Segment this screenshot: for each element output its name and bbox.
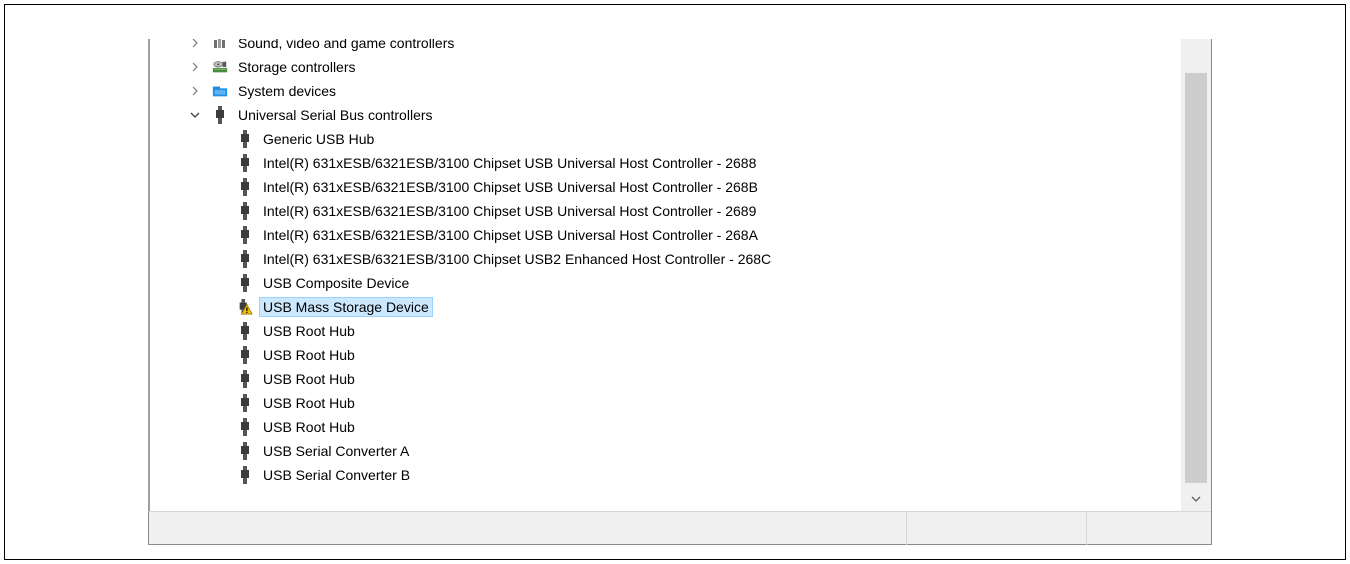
status-bar <box>148 511 1211 545</box>
usb-device-item[interactable]: USB Composite Device <box>150 271 1181 295</box>
usb-plug-icon <box>237 201 253 221</box>
usb-device-label: USB Root Hub <box>263 419 355 435</box>
screenshot-frame: Sound, video and game controllers Storag… <box>4 4 1346 560</box>
tree-category-label: Universal Serial Bus controllers <box>238 107 433 123</box>
device-manager-window: Sound, video and game controllers Storag… <box>148 39 1212 545</box>
usb-device-label: USB Root Hub <box>263 395 355 411</box>
usb-plug-icon <box>237 273 253 293</box>
usb-device-item[interactable]: Generic USB Hub <box>150 127 1181 151</box>
usb-plug-icon <box>237 249 253 269</box>
usb-device-label: USB Composite Device <box>263 275 410 291</box>
scroll-down-button[interactable] <box>1181 487 1211 511</box>
usb-device-label: Intel(R) 631xESB/6321ESB/3100 Chipset US… <box>263 203 757 219</box>
usb-plug-icon <box>237 441 253 461</box>
tree-category-label: Sound, video and game controllers <box>238 39 455 51</box>
scrollbar-thumb[interactable] <box>1185 73 1207 483</box>
computer-folder-icon <box>212 81 228 101</box>
tree-category-sound[interactable]: Sound, video and game controllers <box>150 39 1181 55</box>
warning-usb-icon <box>237 297 253 317</box>
chevron-right-icon[interactable] <box>188 79 202 103</box>
usb-device-label: Intel(R) 631xESB/6321ESB/3100 Chipset US… <box>263 179 758 195</box>
status-bar-pane <box>1086 512 1211 545</box>
usb-plug-icon <box>237 369 253 389</box>
usb-device-item[interactable]: Intel(R) 631xESB/6321ESB/3100 Chipset US… <box>150 199 1181 223</box>
usb-device-item[interactable]: Intel(R) 631xESB/6321ESB/3100 Chipset US… <box>150 223 1181 247</box>
usb-device-label: USB Serial Converter A <box>263 443 410 459</box>
usb-device-label: USB Root Hub <box>263 371 355 387</box>
storage-controller-icon <box>212 57 228 77</box>
usb-device-item[interactable]: USB Root Hub <box>150 319 1181 343</box>
tree-category-storage[interactable]: Storage controllers <box>150 55 1181 79</box>
usb-device-item[interactable]: USB Root Hub <box>150 367 1181 391</box>
device-tree: Sound, video and game controllers Storag… <box>150 39 1181 511</box>
usb-device-item[interactable]: Intel(R) 631xESB/6321ESB/3100 Chipset US… <box>150 175 1181 199</box>
usb-device-item[interactable]: Intel(R) 631xESB/6321ESB/3100 Chipset US… <box>150 151 1181 175</box>
usb-plug-icon <box>237 129 253 149</box>
speaker-icon <box>212 39 228 53</box>
usb-device-label: USB Root Hub <box>263 347 355 363</box>
usb-device-item[interactable]: USB Root Hub <box>150 415 1181 439</box>
usb-plug-icon <box>237 321 253 341</box>
usb-device-item[interactable]: USB Serial Converter B <box>150 463 1181 487</box>
chevron-down-icon <box>1191 496 1201 502</box>
usb-plug-icon <box>237 393 253 413</box>
tree-category-usb[interactable]: Universal Serial Bus controllers <box>150 103 1181 127</box>
usb-device-label: Generic USB Hub <box>263 131 375 147</box>
tree-category-label: System devices <box>238 83 337 99</box>
usb-plug-icon <box>237 177 253 197</box>
usb-device-label: Intel(R) 631xESB/6321ESB/3100 Chipset US… <box>263 251 772 267</box>
usb-device-item-selected[interactable]: USB Mass Storage Device <box>150 295 1181 319</box>
usb-plug-icon <box>237 225 253 245</box>
status-bar-pane <box>906 512 1087 545</box>
usb-device-item[interactable]: Intel(R) 631xESB/6321ESB/3100 Chipset US… <box>150 247 1181 271</box>
usb-plug-icon <box>212 105 228 125</box>
usb-plug-icon <box>237 153 253 173</box>
vertical-scrollbar[interactable] <box>1181 39 1211 511</box>
tree-category-label: Storage controllers <box>238 59 356 75</box>
usb-device-item[interactable]: USB Root Hub <box>150 391 1181 415</box>
chevron-right-icon[interactable] <box>188 39 202 55</box>
usb-device-label: USB Mass Storage Device <box>259 297 433 317</box>
tree-category-system[interactable]: System devices <box>150 79 1181 103</box>
usb-plug-icon <box>237 465 253 485</box>
chevron-right-icon[interactable] <box>188 55 202 79</box>
usb-plug-icon <box>237 417 253 437</box>
usb-plug-icon <box>237 345 253 365</box>
usb-device-label: Intel(R) 631xESB/6321ESB/3100 Chipset US… <box>263 155 757 171</box>
usb-device-label: Intel(R) 631xESB/6321ESB/3100 Chipset US… <box>263 227 758 243</box>
usb-device-label: USB Serial Converter B <box>263 467 411 483</box>
usb-device-item[interactable]: USB Root Hub <box>150 343 1181 367</box>
window-right-border <box>1211 39 1212 545</box>
chevron-down-icon[interactable] <box>188 103 202 127</box>
usb-device-label: USB Root Hub <box>263 323 355 339</box>
usb-device-item[interactable]: USB Serial Converter A <box>150 439 1181 463</box>
